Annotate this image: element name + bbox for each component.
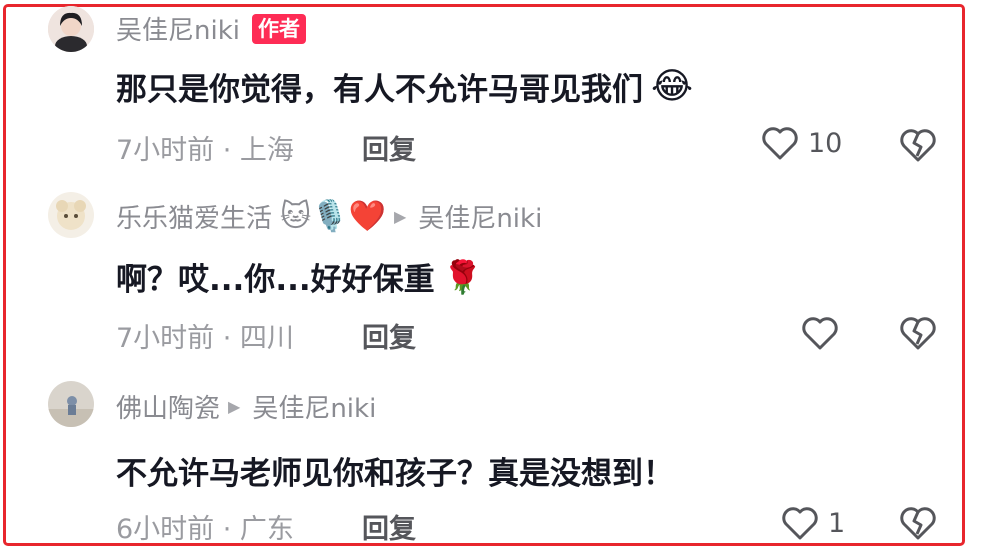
cat-mic-heart-emoji-icon: 🐱🎙️❤️ xyxy=(280,199,386,234)
heart-outline-icon xyxy=(802,317,838,350)
comment-text: 啊？哎...你...好好保重 🌹 xyxy=(116,254,483,299)
comment-header: 吴佳尼niki 作者 xyxy=(116,10,306,47)
comment-header: 佛山陶瓷 ▶ 吴佳尼niki xyxy=(116,388,376,425)
laughing-emoji-icon: 😂 xyxy=(651,66,694,107)
username[interactable]: 佛山陶瓷 xyxy=(116,388,220,425)
like-count: 1 xyxy=(828,507,846,539)
avatar[interactable] xyxy=(48,6,94,52)
heart-outline-icon xyxy=(782,507,818,540)
time-location: 7小时前 · 上海 xyxy=(116,135,294,166)
heart-outline-icon xyxy=(762,127,798,160)
rose-emoji-icon: 🌹 xyxy=(442,257,483,296)
time-location: 7小时前 · 四川 xyxy=(116,323,294,354)
broken-heart-icon[interactable] xyxy=(898,314,938,352)
reply-to-username[interactable]: 吴佳尼niki xyxy=(418,198,542,235)
author-badge: 作者 xyxy=(251,13,306,44)
avatar[interactable] xyxy=(48,381,94,427)
comment-header: 乐乐猫爱生活 🐱🎙️❤️ ▶ 吴佳尼niki xyxy=(116,198,542,235)
broken-heart-icon[interactable] xyxy=(898,126,938,164)
comment-body: 那只是你觉得，有人不允许马哥见我们 xyxy=(116,72,643,108)
comment-text: 不允许马老师见你和孩子？真是没想到！ xyxy=(116,448,674,493)
username[interactable]: 吴佳尼niki xyxy=(116,10,240,47)
like-button[interactable] xyxy=(800,315,848,351)
comment-body: 不允许马老师见你和孩子？真是没想到！ xyxy=(116,456,674,492)
like-button[interactable]: 1 xyxy=(780,505,845,541)
reply-to-username[interactable]: 吴佳尼niki xyxy=(252,388,376,425)
reply-button[interactable]: 回复 xyxy=(362,128,416,167)
triangle-right-icon: ▶ xyxy=(228,397,241,416)
triangle-right-icon: ▶ xyxy=(394,207,407,226)
comment-text: 那只是你觉得，有人不允许马哥见我们 😂 xyxy=(116,64,693,109)
comment-body: 啊？哎...你...好好保重 xyxy=(116,262,435,298)
like-count: 10 xyxy=(808,127,843,159)
reply-button[interactable]: 回复 xyxy=(362,507,416,546)
time-location: 6小时前 · 广东 xyxy=(116,514,294,545)
reply-button[interactable]: 回复 xyxy=(362,316,416,355)
avatar[interactable] xyxy=(48,192,94,238)
username[interactable]: 乐乐猫爱生活 xyxy=(116,198,272,235)
broken-heart-icon[interactable] xyxy=(898,504,938,542)
like-button[interactable]: 10 xyxy=(760,125,842,161)
